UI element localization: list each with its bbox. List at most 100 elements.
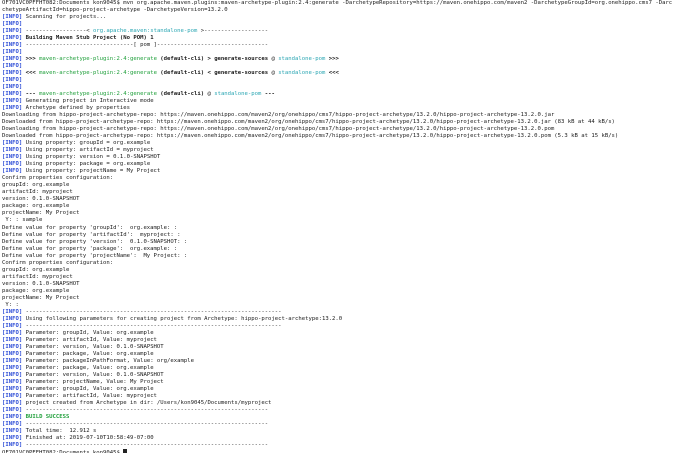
- terminal-line: [INFO] Parameter: package, Value: org.ex…: [2, 365, 690, 372]
- output-text: Confirm properties configuration:: [2, 175, 114, 182]
- output-text: Parameter: groupId, Value: org.example: [22, 385, 154, 392]
- output-text: package: org.example: [2, 203, 70, 210]
- terminal-line: Downloading from hippo-project-archetype…: [2, 112, 690, 119]
- plugin-name: maven-archetype-plugin:2.4:generate: [39, 91, 157, 98]
- terminal-line: [INFO] Parameter: version, Value: 0.1.0-…: [2, 344, 690, 351]
- terminal-line: [INFO] Parameter: artifactId, Value: myp…: [2, 393, 690, 400]
- output-text: Using following parameters for creating …: [22, 315, 343, 322]
- output-text: Parameter: version, Value: 0.1.0-SNAPSHO…: [22, 371, 164, 378]
- output-text: Parameter: projectName, Value: My Projec…: [22, 378, 164, 385]
- info-tag: [INFO]: [2, 427, 23, 434]
- info-tag: [INFO]: [2, 308, 23, 315]
- output-text-bold: (default-cli) > generate-sources: [156, 56, 269, 63]
- output-text: Downloading from hippo-project-archetype…: [2, 112, 555, 119]
- output-text: Generating project in Interactive mode: [22, 98, 154, 105]
- output-text: @: [204, 91, 215, 98]
- info-tag: [INFO]: [2, 63, 23, 70]
- output-text-bold: Building Maven Stub Project (No POM) 1: [22, 35, 154, 42]
- terminal-line: [INFO] Parameter: groupId, Value: org.ex…: [2, 330, 690, 337]
- output-text: artifactId: myproject: [2, 189, 73, 196]
- output-text: Parameter: artifactId, Value: myproject: [22, 336, 157, 343]
- info-tag: [INFO]: [2, 21, 23, 28]
- terminal-line: [INFO] ---------------------------------…: [2, 442, 690, 449]
- output-text: @: [268, 70, 279, 77]
- terminal-line: package: org.example: [2, 203, 690, 210]
- info-tag: [INFO]: [2, 84, 23, 91]
- output-text: version: 0.1.0-SNAPSHOT: [2, 196, 80, 203]
- output-text: Parameter: packageInPathFormat, Value: o…: [22, 357, 194, 364]
- output-text: ----------------------------------------…: [22, 406, 269, 413]
- output-text: artifactId: myproject: [2, 273, 73, 280]
- output-text: >-------------------: [197, 28, 269, 35]
- output-text-bold: ---: [22, 91, 40, 98]
- terminal-line: [INFO] Scanning for projects...: [2, 14, 690, 21]
- terminal-line: [INFO] Using following parameters for cr…: [2, 316, 690, 323]
- output-text: Parameter: groupId, Value: org.example: [22, 329, 154, 336]
- project-name: standalone-pom: [278, 70, 326, 77]
- output-text: Scanning for projects...: [22, 14, 107, 21]
- terminal-line: [INFO] ------------------< org.apache.ma…: [2, 28, 690, 35]
- terminal-line: [INFO] project created from Archetype in…: [2, 400, 690, 407]
- info-tag: [INFO]: [2, 406, 23, 413]
- terminal-line: [INFO] Building Maven Stub Project (No P…: [2, 35, 690, 42]
- output-text: Parameter: version, Value: 0.1.0-SNAPSHO…: [22, 343, 164, 350]
- terminal-line: [INFO] Parameter: artifactId, Value: myp…: [2, 337, 690, 344]
- text-cursor[interactable]: [123, 449, 127, 453]
- output-text: groupId: org.example: [2, 182, 70, 189]
- terminal-line: artifactId: myproject: [2, 189, 690, 196]
- terminal-line: Y: :: [2, 302, 690, 309]
- output-text-bold: >>>: [22, 56, 40, 63]
- terminal-line: [INFO] Parameter: groupId, Value: org.ex…: [2, 386, 690, 393]
- output-text: Using property: version = 0.1.0-SNAPSHOT: [22, 154, 161, 161]
- terminal-line: [INFO]: [2, 63, 690, 70]
- info-tag: [INFO]: [2, 420, 23, 427]
- terminal-line: projectName: My Project: [2, 210, 690, 217]
- terminal-line: [INFO] BUILD SUCCESS: [2, 414, 690, 421]
- info-tag: [INFO]: [2, 28, 23, 35]
- info-tag: [INFO]: [2, 147, 23, 154]
- terminal-output[interactable]: OF701VC0PFFHT082:Documents kon9045$ mvn …: [0, 0, 690, 453]
- plugin-name: maven-archetype-plugin:2.4:generate: [39, 70, 157, 77]
- info-tag: [INFO]: [2, 385, 23, 392]
- output-text-bold: >>>: [325, 56, 339, 63]
- info-tag: [INFO]: [2, 392, 23, 399]
- output-text: Using property: package = org.example: [22, 161, 151, 168]
- output-text: @: [268, 56, 279, 63]
- info-tag: [INFO]: [2, 315, 23, 322]
- terminal-line: [INFO]: [2, 21, 690, 28]
- output-text: ----------------------------------------…: [22, 308, 282, 315]
- info-tag: [INFO]: [2, 434, 23, 441]
- output-text-bold: ---: [261, 91, 275, 98]
- output-text: Define value for property 'package': org…: [2, 245, 178, 252]
- terminal-line: [INFO] ---------------------------------…: [2, 421, 690, 428]
- terminal-line: [INFO] Generating project in Interactive…: [2, 98, 690, 105]
- output-text: ----------------------------------------…: [22, 322, 282, 329]
- terminal-line: Define value for property 'groupId': org…: [2, 225, 690, 232]
- output-text: Define value for property 'artifactId': …: [2, 231, 181, 238]
- terminal-line: [INFO] ---------------------------------…: [2, 309, 690, 316]
- terminal-line: Define value for property 'artifactId': …: [2, 232, 690, 239]
- terminal-line: groupId: org.example: [2, 267, 690, 274]
- terminal-line: [INFO] Using property: package = org.exa…: [2, 161, 690, 168]
- terminal-line: Define value for property 'version': 0.1…: [2, 239, 690, 246]
- terminal-line: [INFO] Parameter: packageInPathFormat, V…: [2, 358, 690, 365]
- output-text: OF701VC0PFFHT082:Documents kon9045$ mvn …: [2, 0, 673, 6]
- terminal-line: [INFO] ---------------------------------…: [2, 407, 690, 414]
- info-tag: [INFO]: [2, 35, 23, 42]
- output-text: Archetype defined by properties: [22, 105, 130, 112]
- terminal-line: Y: : sample: [2, 217, 690, 224]
- info-tag: [INFO]: [2, 322, 23, 329]
- info-tag: [INFO]: [2, 91, 23, 98]
- terminal-line: OF701VC0PFFHT082:Documents kon9045$ mvn …: [2, 0, 690, 7]
- info-tag: [INFO]: [2, 343, 23, 350]
- output-text-bold: (default-cli): [156, 91, 205, 98]
- output-text: Using property: projectName = My Project: [22, 168, 161, 175]
- info-tag: [INFO]: [2, 441, 23, 448]
- terminal-line: artifactId: myproject: [2, 274, 690, 281]
- terminal-line: Downloaded from hippo-project-archetype-…: [2, 133, 690, 140]
- terminal-line: version: 0.1.0-SNAPSHOT: [2, 196, 690, 203]
- project-name: standalone-pom: [214, 91, 262, 98]
